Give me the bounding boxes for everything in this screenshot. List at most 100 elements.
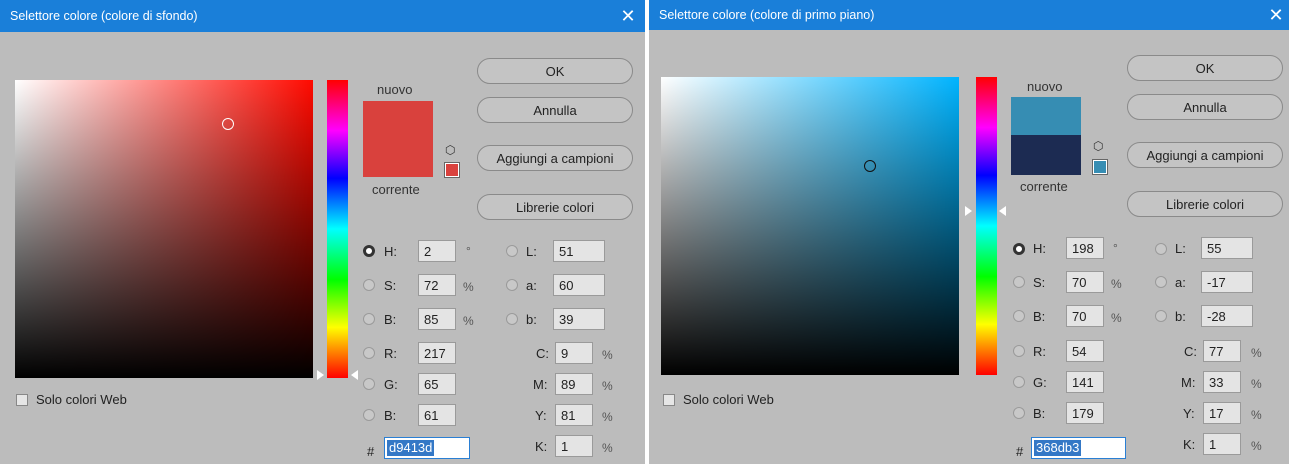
current-color-swatch[interactable] [363,139,433,177]
current-color-label: corrente [1020,179,1068,194]
hue-slider-handle-left[interactable] [965,206,972,216]
new-color-swatch [1011,97,1081,135]
yellow-unit: % [1251,408,1262,422]
radio-saturation[interactable] [363,279,375,291]
red-input[interactable]: 54 [1066,340,1104,362]
cyan-unit: % [602,348,613,362]
magenta-input[interactable]: 33 [1203,371,1241,393]
current-color-swatch[interactable] [1011,135,1081,175]
new-color-label: nuovo [377,82,413,97]
cancel-button[interactable]: Annulla [477,97,633,123]
a-input[interactable]: -17 [1201,271,1253,293]
yellow-unit: % [602,410,613,424]
radio-a[interactable] [506,279,518,291]
radio-brightness[interactable] [1013,310,1025,322]
close-icon[interactable]: ✕ [1263,0,1289,32]
brightness-input[interactable]: 85 [418,308,456,330]
hex-input[interactable]: 368db3 [1031,437,1126,459]
yellow-input[interactable]: 81 [555,404,593,426]
green-label: G: [1033,375,1047,390]
color-marker[interactable] [222,118,234,130]
cancel-button[interactable]: Annulla [1127,94,1283,120]
add-to-swatches-button[interactable]: Aggiungi a campioni [1127,142,1283,168]
web-colors-checkbox[interactable] [16,394,28,406]
color-marker[interactable] [864,160,876,172]
green-input[interactable]: 141 [1066,371,1104,393]
magenta-unit: % [602,379,613,393]
cyan-input[interactable]: 77 [1203,340,1241,362]
gamut-swatch[interactable] [1092,159,1108,175]
lightness-input[interactable]: 55 [1201,237,1253,259]
lightness-input[interactable]: 51 [553,240,605,262]
hue-input[interactable]: 2 [418,240,456,262]
radio-b[interactable] [506,313,518,325]
hue-slider-handle-right[interactable] [999,206,1006,216]
radio-hue[interactable] [1013,243,1025,255]
add-to-swatches-button[interactable]: Aggiungi a campioni [477,145,633,171]
hue-slider-handle-left[interactable] [317,370,324,380]
black-input[interactable]: 1 [555,435,593,457]
hue-slider[interactable] [976,77,997,375]
gamut-swatch[interactable] [444,162,460,178]
color-libraries-button[interactable]: Librerie colori [1127,191,1283,217]
black-input[interactable]: 1 [1203,433,1241,455]
b-input[interactable]: -28 [1201,305,1253,327]
cyan-input[interactable]: 9 [555,342,593,364]
magenta-input[interactable]: 89 [555,373,593,395]
radio-blue[interactable] [1013,407,1025,419]
gamut-cube-icon[interactable]: ⬡ [445,143,455,157]
brightness-unit: % [463,314,474,328]
yellow-input[interactable]: 17 [1203,402,1241,424]
radio-red[interactable] [1013,345,1025,357]
radio-brightness[interactable] [363,313,375,325]
saturation-input[interactable]: 72 [418,274,456,296]
radio-saturation[interactable] [1013,276,1025,288]
saturation-unit: % [463,280,474,294]
brightness-input[interactable]: 70 [1066,305,1104,327]
red-input[interactable]: 217 [418,342,456,364]
red-label: R: [384,346,397,361]
ok-button[interactable]: OK [1127,55,1283,81]
magenta-label: M: [1181,375,1196,390]
radio-red[interactable] [363,347,375,359]
blue-input[interactable]: 61 [418,404,456,426]
hue-slider-handle-right[interactable] [351,370,358,380]
a-input[interactable]: 60 [553,274,605,296]
radio-b[interactable] [1155,310,1167,322]
title-bar: Selettore colore (colore di primo piano)… [649,0,1289,30]
black-label: K: [1183,437,1196,452]
black-unit: % [602,441,613,455]
hue-input[interactable]: 198 [1066,237,1104,259]
blue-input[interactable]: 179 [1066,402,1104,424]
web-colors-checkbox[interactable] [663,394,675,406]
radio-blue[interactable] [363,409,375,421]
saturation-brightness-field[interactable] [15,80,313,378]
ok-button[interactable]: OK [477,58,633,84]
green-label: G: [384,377,398,392]
saturation-brightness-field[interactable] [661,77,959,375]
saturation-input[interactable]: 70 [1066,271,1104,293]
blue-label: B: [1033,406,1046,421]
color-picker-dialog-background: Selettore colore (colore di sfondo) ✕ nu… [0,0,645,464]
hue-slider[interactable] [327,80,348,378]
radio-hue[interactable] [363,245,375,257]
hex-input[interactable]: d9413d [384,437,470,459]
hex-prefix: # [1016,444,1024,459]
brightness-label: B: [384,312,397,327]
close-icon[interactable]: ✕ [615,0,641,32]
blue-label: B: [384,408,397,423]
color-libraries-button[interactable]: Librerie colori [477,194,633,220]
gamut-cube-icon[interactable]: ⬡ [1093,139,1103,153]
hex-value: 368db3 [1034,440,1082,456]
radio-a[interactable] [1155,276,1167,288]
lightness-label: L: [526,244,537,259]
saturation-unit: % [1111,277,1122,291]
radio-green[interactable] [1013,376,1025,388]
radio-lightness[interactable] [506,245,518,257]
radio-lightness[interactable] [1155,243,1167,255]
b-input[interactable]: 39 [553,308,605,330]
radio-green[interactable] [363,378,375,390]
hue-label: H: [1033,241,1046,256]
red-label: R: [1033,344,1046,359]
green-input[interactable]: 65 [418,373,456,395]
